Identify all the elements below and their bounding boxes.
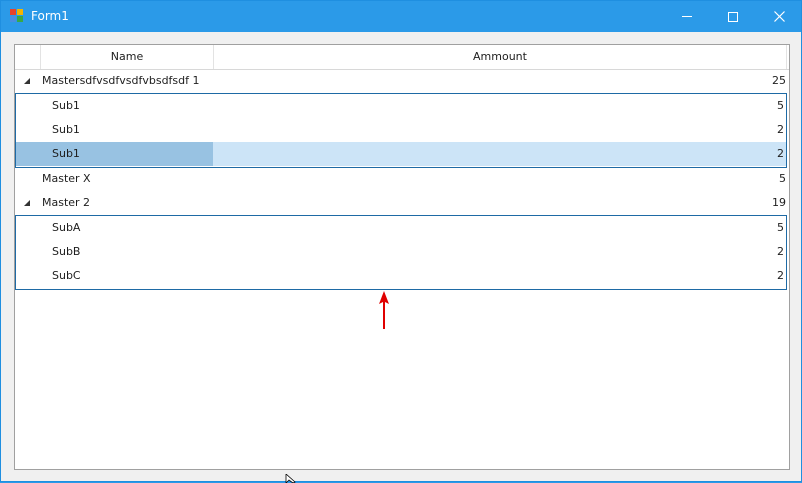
- annotation-arrow-icon: [379, 291, 389, 329]
- detail-name: Sub1: [52, 123, 80, 136]
- detail-name: SubB: [52, 245, 81, 258]
- app-window: Form1 Name Ammount Mastersdfvsdfvsdfvbsd…: [0, 0, 802, 483]
- master-amount: 25: [772, 74, 786, 87]
- detail-row-selected[interactable]: Sub1 2: [16, 142, 786, 166]
- detail-name: Sub1: [52, 147, 80, 160]
- detail-row[interactable]: Sub1 5: [16, 94, 786, 118]
- minimize-button[interactable]: [664, 1, 710, 32]
- detail-amount: 2: [777, 123, 784, 136]
- window-title: Form1: [31, 9, 69, 23]
- detail-row[interactable]: SubC 2: [16, 264, 786, 288]
- detail-amount: 2: [777, 269, 784, 282]
- detail-amount: 5: [777, 99, 784, 112]
- selected-cell[interactable]: [16, 142, 213, 166]
- maximize-icon: [728, 11, 738, 22]
- maximize-button[interactable]: [710, 1, 756, 32]
- master-name: Master 2: [42, 196, 91, 209]
- master-amount: 5: [779, 172, 786, 185]
- detail-amount: 2: [777, 147, 784, 160]
- column-header-row: Name Ammount: [15, 45, 789, 70]
- collapse-triangle-icon[interactable]: [24, 78, 30, 84]
- master-detail-grid[interactable]: Name Ammount Mastersdfvsdfvsdfvbsdfsdf 1…: [14, 44, 790, 470]
- master-row[interactable]: Master X 5: [15, 167, 789, 191]
- detail-row[interactable]: SubA 5: [16, 216, 786, 240]
- app-icon[interactable]: [10, 9, 24, 23]
- detail-grid[interactable]: Sub1 5 Sub1 2 Sub1 2: [15, 93, 787, 168]
- close-icon: [773, 11, 785, 22]
- detail-row[interactable]: Sub1 2: [16, 118, 786, 142]
- title-bar[interactable]: Form1: [1, 1, 801, 32]
- column-header-amount[interactable]: Ammount: [214, 45, 787, 69]
- detail-grid[interactable]: SubA 5 SubB 2 SubC 2: [15, 215, 787, 290]
- master-name: Master X: [42, 172, 91, 185]
- column-header-name[interactable]: Name: [41, 45, 214, 69]
- detail-row[interactable]: SubB 2: [16, 240, 786, 264]
- master-name: Mastersdfvsdfvsdfvbsdfsdf 1: [42, 74, 200, 87]
- minimize-icon: [682, 16, 692, 17]
- detail-name: Sub1: [52, 99, 80, 112]
- close-button[interactable]: [756, 1, 802, 32]
- master-amount: 19: [772, 196, 786, 209]
- detail-name: SubA: [52, 221, 81, 234]
- detail-amount: 5: [777, 221, 784, 234]
- collapse-triangle-icon[interactable]: [24, 200, 30, 206]
- detail-name: SubC: [52, 269, 81, 282]
- header-corner: [15, 45, 41, 69]
- master-row[interactable]: Mastersdfvsdfvsdfvbsdfsdf 1 25: [15, 69, 789, 93]
- detail-amount: 2: [777, 245, 784, 258]
- master-row[interactable]: Master 2 19: [15, 191, 789, 215]
